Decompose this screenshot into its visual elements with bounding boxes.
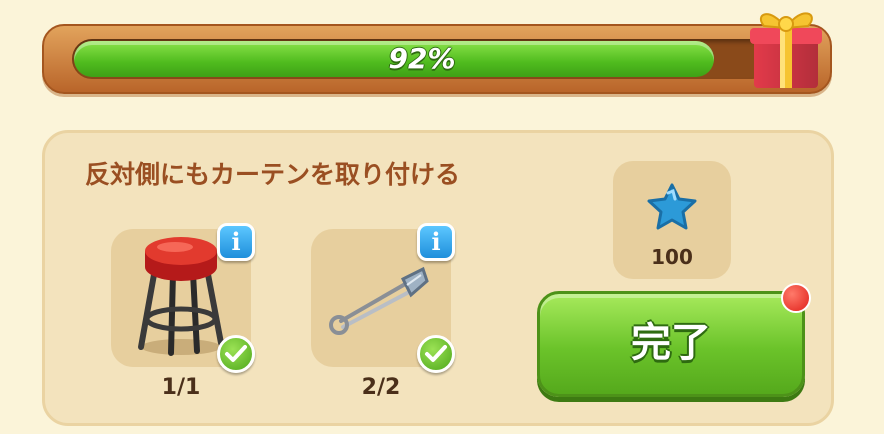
info-icon[interactable]: i	[417, 223, 455, 261]
progress-percent: 92%	[388, 42, 456, 75]
task-panel: 反対側にもカーテンを取り付ける i 1/1 i 2/2 100 完了	[42, 130, 834, 426]
item-slot-safety-pin[interactable]: i	[311, 223, 455, 373]
reward-box: 100	[613, 161, 731, 279]
check-icon	[417, 335, 455, 373]
blue-star-icon	[647, 183, 697, 230]
item-slot-stool[interactable]: i	[111, 223, 255, 373]
gift-box-icon[interactable]	[740, 0, 830, 92]
item-count-safety-pin: 2/2	[361, 375, 401, 400]
progress-bar: 92%	[42, 24, 832, 94]
task-title: 反対側にもカーテンを取り付ける	[85, 160, 461, 189]
check-icon	[217, 335, 255, 373]
complete-button[interactable]: 完了	[537, 291, 805, 397]
notification-dot	[781, 283, 811, 313]
info-icon[interactable]: i	[217, 223, 255, 261]
item-count-stool: 1/1	[161, 375, 201, 400]
reward-amount: 100	[651, 245, 693, 269]
